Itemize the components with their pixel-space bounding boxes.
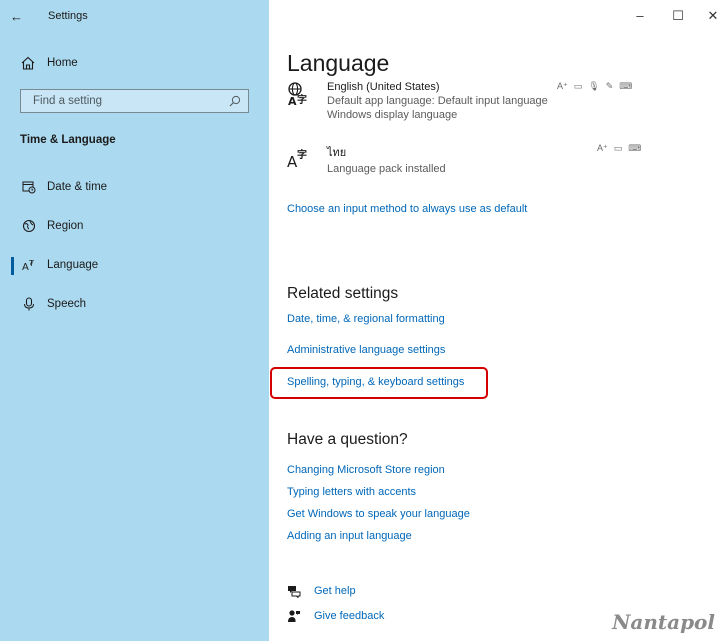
language-description: Default app language: Default input lang… bbox=[327, 95, 548, 107]
sidebar-item-date-time[interactable]: Date & time bbox=[0, 175, 269, 201]
handwriting-icon: ✎ bbox=[605, 81, 614, 91]
search-input[interactable] bbox=[21, 90, 221, 112]
language-name: English (United States) bbox=[327, 81, 440, 93]
sidebar-item-home[interactable]: Home bbox=[0, 52, 269, 76]
svg-text:字: 字 bbox=[297, 93, 307, 106]
input-method-link[interactable]: Choose an input method to always use as … bbox=[287, 203, 527, 215]
spelling-typing-keyboard-link[interactable]: Spelling, typing, & keyboard settings bbox=[287, 376, 464, 388]
app-title: Settings bbox=[48, 10, 88, 22]
search-box[interactable] bbox=[20, 89, 249, 113]
sidebar-item-label: Language bbox=[47, 259, 99, 271]
admin-language-settings-link[interactable]: Administrative language settings bbox=[287, 344, 445, 356]
sidebar-section-title: Time & Language bbox=[20, 134, 116, 146]
sidebar-item-label: Home bbox=[47, 57, 78, 69]
display-language-icon: A⁺ bbox=[597, 143, 608, 153]
sidebar: ← Settings Home Time & Language Date & t… bbox=[0, 0, 269, 641]
sidebar-item-label: Date & time bbox=[47, 181, 108, 193]
question-title: Have a question? bbox=[287, 431, 408, 448]
language-features: A⁺ ▭ ⌨ bbox=[597, 143, 641, 154]
add-input-language-link[interactable]: Adding an input language bbox=[287, 530, 412, 542]
svg-text:字: 字 bbox=[297, 148, 307, 161]
sidebar-item-region[interactable]: Region bbox=[0, 214, 269, 240]
active-indicator bbox=[11, 257, 14, 275]
language-item-thai[interactable]: A 字 ไทย Language pack installed A⁺ ▭ ⌨ bbox=[287, 143, 687, 183]
language-description: Windows display language bbox=[327, 109, 458, 121]
store-region-link[interactable]: Changing Microsoft Store region bbox=[287, 464, 445, 476]
language-pack-icon: A 字 bbox=[287, 148, 307, 169]
get-help-link[interactable]: Get help bbox=[314, 585, 356, 597]
language-item-english[interactable]: A 字 English (United States) Default app … bbox=[287, 81, 687, 127]
svg-text:₮: ₮ bbox=[29, 259, 35, 268]
sidebar-item-language[interactable]: A ₮ Language bbox=[0, 253, 269, 279]
maximize-button[interactable]: ☐ bbox=[668, 8, 688, 24]
keyboard-icon: ⌨ bbox=[619, 81, 633, 91]
speech-icon: ▭ bbox=[613, 143, 623, 153]
give-feedback-link[interactable]: Give feedback bbox=[314, 610, 384, 622]
calendar-clock-icon bbox=[22, 181, 36, 194]
speech-icon: ▭ bbox=[573, 81, 583, 91]
language-globe-icon: A 字 bbox=[288, 82, 307, 107]
page-title: Language bbox=[287, 50, 390, 76]
related-settings-title: Related settings bbox=[287, 285, 399, 302]
sidebar-item-label: Region bbox=[47, 220, 84, 232]
date-time-formatting-link[interactable]: Date, time, & regional formatting bbox=[287, 313, 445, 325]
globe-region-icon bbox=[22, 219, 36, 233]
language-description: Language pack installed bbox=[327, 163, 446, 175]
minimize-button[interactable]: – bbox=[630, 8, 650, 23]
title-bar: ← Settings bbox=[0, 0, 269, 36]
back-arrow-icon[interactable]: ← bbox=[10, 9, 23, 24]
close-button[interactable]: ✕ bbox=[703, 8, 719, 24]
help-chat-icon bbox=[288, 586, 301, 598]
language-icon: A ₮ bbox=[22, 259, 35, 272]
display-language-icon: A⁺ bbox=[557, 81, 568, 91]
feedback-icon bbox=[288, 610, 300, 622]
typing-accents-link[interactable]: Typing letters with accents bbox=[287, 486, 416, 498]
search-icon bbox=[229, 95, 241, 107]
microphone-icon bbox=[24, 297, 34, 311]
watermark: Nantapol bbox=[612, 610, 715, 634]
svg-text:A: A bbox=[22, 262, 29, 272]
microphone-feature-icon: 🎙 bbox=[588, 81, 600, 91]
language-name: ไทย bbox=[327, 147, 347, 159]
svg-text:A: A bbox=[288, 95, 297, 107]
sidebar-item-label: Speech bbox=[47, 298, 87, 310]
language-features: A⁺ ▭ 🎙 ✎ ⌨ bbox=[557, 81, 632, 92]
keyboard-icon: ⌨ bbox=[628, 143, 642, 153]
sidebar-item-speech[interactable]: Speech bbox=[0, 292, 269, 318]
speak-language-link[interactable]: Get Windows to speak your language bbox=[287, 508, 470, 520]
home-icon bbox=[21, 56, 35, 70]
